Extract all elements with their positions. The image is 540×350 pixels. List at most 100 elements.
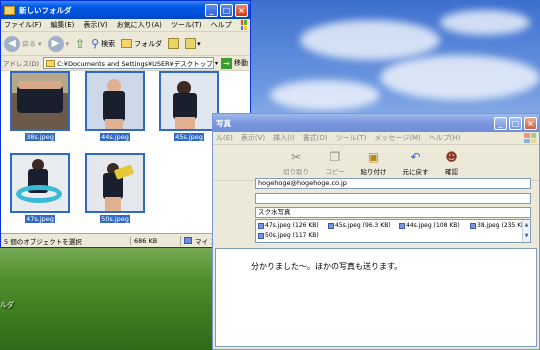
- explorer-title: 新しいフォルダ: [19, 5, 72, 15]
- undo-label: 元に戻す: [402, 167, 429, 176]
- attachment-item[interactable]: 50s.jpeg (117 KB): [258, 232, 319, 239]
- attachment-name: 45s.jpeg: [335, 222, 361, 229]
- file-name: 44s.jpeg: [100, 133, 130, 141]
- mail-compose-window: 写真 _ □ × ル(E) 表示(V) 挿入(I) 書式(O) ツール(T) メ…: [212, 113, 540, 350]
- attachments-list[interactable]: 47s.jpeg (126 KB) 45s.jpeg (96.3 KB) 44s…: [255, 219, 531, 243]
- subject-field[interactable]: スク水写真: [255, 207, 531, 218]
- image-file-icon: [258, 222, 264, 229]
- search-button[interactable]: ⚲ 検索: [91, 37, 115, 50]
- attachment-item[interactable]: 38.jpeg (235 KB): [470, 222, 528, 229]
- menu-file[interactable]: ファイル(F): [4, 20, 42, 30]
- file-name: 38s.jpeg: [25, 133, 55, 141]
- maximize-button[interactable]: □: [220, 3, 233, 17]
- attachment-name: 47s.jpeg: [265, 222, 291, 229]
- scissors-icon: ✂: [290, 149, 302, 164]
- file-item[interactable]: 44s.jpeg: [85, 71, 145, 141]
- go-button[interactable]: → 移動: [221, 57, 248, 69]
- cc-field[interactable]: [255, 193, 531, 204]
- address-input[interactable]: C:¥Documents and Settings¥USER¥デスクトップ¥新し: [43, 57, 214, 69]
- address-label: アドレス(D): [3, 60, 40, 68]
- file-name: 45s.jpeg: [174, 133, 204, 141]
- copy-icon: ❐: [329, 149, 341, 164]
- menu-edit[interactable]: ル(E): [216, 133, 233, 143]
- attachment-size: (96.3 KB): [362, 222, 391, 229]
- file-item[interactable]: 38s.jpeg: [10, 71, 70, 141]
- address-dropdown-icon[interactable]: ▾: [215, 60, 218, 67]
- image-file-icon: [470, 222, 476, 229]
- file-item[interactable]: 45s.jpeg: [159, 71, 219, 141]
- file-item[interactable]: 47s.jpeg: [10, 153, 70, 223]
- desktop-icon-label[interactable]: ルダ: [0, 300, 14, 310]
- menu-help[interactable]: ヘルプ: [211, 20, 232, 30]
- attachment-size: (117 KB): [292, 232, 319, 239]
- minimize-button[interactable]: _: [494, 116, 507, 130]
- menu-tools[interactable]: ツール(T): [336, 133, 367, 143]
- cut-label: 切り取り: [283, 167, 309, 176]
- clipboard-icon: ▣: [367, 149, 380, 164]
- file-name: 47s.jpeg: [25, 215, 55, 223]
- mail-menubar: ル(E) 表示(V) 挿入(I) 書式(O) ツール(T) メッセージ(M) ヘ…: [213, 132, 539, 145]
- menu-view[interactable]: 表示(V): [83, 20, 107, 30]
- attachments-scrollbar[interactable]: ▲ ▼: [522, 220, 530, 242]
- menu-edit[interactable]: 編集(E): [51, 20, 75, 30]
- attachment-item[interactable]: 47s.jpeg (126 KB): [258, 222, 319, 229]
- windows-logo-icon: [524, 133, 536, 143]
- copy-label: コピー: [325, 167, 345, 176]
- go-arrow-icon: →: [221, 57, 232, 69]
- close-button[interactable]: ×: [524, 116, 537, 130]
- menu-view[interactable]: 表示(V): [241, 133, 265, 143]
- up-folder-button[interactable]: ⇧: [75, 37, 85, 51]
- paste-label: 貼り付け: [360, 167, 387, 176]
- menu-help[interactable]: ヘルプ(H): [429, 133, 461, 143]
- copy-to-button[interactable]: ▾: [185, 38, 201, 49]
- photo-thumbnail: [159, 71, 219, 131]
- back-arrow-icon: ◀: [4, 35, 20, 52]
- explorer-titlebar[interactable]: 新しいフォルダ _ □ ×: [1, 1, 250, 19]
- image-file-icon: [399, 222, 405, 229]
- attachment-item[interactable]: 45s.jpeg (96.3 KB): [328, 222, 391, 229]
- menu-insert[interactable]: 挿入(I): [273, 133, 295, 143]
- explorer-toolbar: ◀ 戻る ▾ ▶ ▾ ⇧ ⚲ 検索 フォルダ ▾: [1, 32, 250, 56]
- address-bar: アドレス(D) C:¥Documents and Settings¥USER¥デ…: [1, 56, 250, 71]
- cut-button[interactable]: ✂ 切り取り: [283, 150, 309, 176]
- undo-icon: ↶: [410, 149, 421, 164]
- attachment-item[interactable]: 44s.jpeg (108 KB): [399, 222, 460, 229]
- forward-button[interactable]: ▶ ▾: [47, 35, 69, 52]
- folder-icon: [46, 59, 56, 67]
- menu-format[interactable]: 書式(O): [303, 133, 328, 143]
- folders-button[interactable]: フォルダ: [121, 39, 162, 49]
- paste-button[interactable]: ▣ 貼り付け: [361, 150, 387, 176]
- mail-title: 写真: [216, 118, 231, 128]
- move-to-button[interactable]: [168, 38, 180, 49]
- photo-thumbnail: [10, 153, 70, 213]
- check-names-button[interactable]: ☻ 確認: [445, 150, 459, 176]
- mail-titlebar[interactable]: 写真 _ □ ×: [213, 114, 539, 132]
- back-button[interactable]: ◀ 戻る ▾: [4, 35, 42, 52]
- minimize-button[interactable]: _: [205, 3, 218, 17]
- file-item[interactable]: 50s.jpeg: [85, 153, 145, 223]
- attachment-size: (126 KB): [292, 222, 319, 229]
- search-label: 検索: [101, 39, 116, 48]
- search-icon: ⚲: [91, 37, 100, 50]
- menu-favorites[interactable]: お気に入り(A): [117, 20, 162, 30]
- close-button[interactable]: ×: [235, 3, 248, 17]
- folder-icon: [4, 5, 15, 15]
- menu-tools[interactable]: ツール(T): [171, 20, 202, 30]
- status-size: 686 KB: [130, 236, 180, 245]
- message-body-editor[interactable]: 分かりました〜。ほかの写真も送ります。: [215, 248, 537, 347]
- copy-to-icon: [185, 38, 197, 49]
- attachment-name: 44s.jpeg: [406, 222, 432, 229]
- windows-logo-icon: [240, 20, 247, 30]
- copy-button[interactable]: ❐ コピー: [325, 150, 345, 176]
- explorer-menubar: ファイル(F) 編集(E) 表示(V) お気に入り(A) ツール(T) ヘルプ: [1, 19, 250, 32]
- check-label: 確認: [445, 167, 458, 176]
- attachment-name: 38.jpeg: [477, 222, 500, 229]
- maximize-button[interactable]: □: [509, 116, 522, 130]
- up-arrow-icon: ⇧: [75, 36, 86, 51]
- undo-button[interactable]: ↶ 元に戻す: [403, 150, 429, 176]
- menu-message[interactable]: メッセージ(M): [374, 133, 420, 143]
- to-field[interactable]: hogehoge@hogehoge.co.jp: [255, 178, 531, 189]
- folders-label: フォルダ: [134, 39, 163, 48]
- image-file-icon: [328, 222, 334, 229]
- attachment-name: 50s.jpeg: [265, 232, 291, 239]
